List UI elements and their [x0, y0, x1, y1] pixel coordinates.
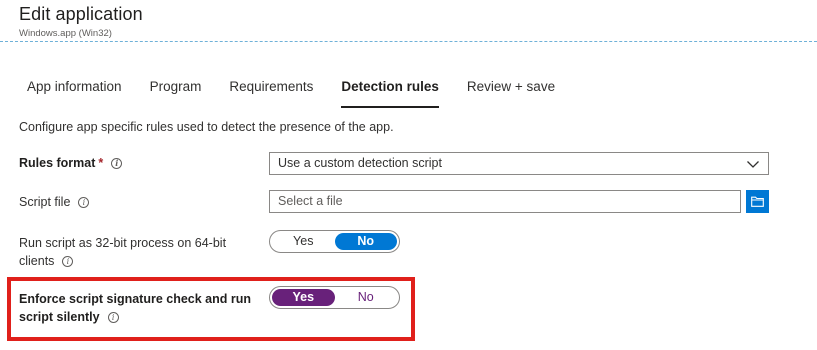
required-mark: *	[98, 156, 104, 170]
page-header: Edit application Windows.app (Win32)	[19, 4, 143, 39]
wizard-tabs: App information Program Requirements Det…	[19, 70, 575, 108]
page-title: Edit application	[19, 4, 143, 24]
tab-review-save[interactable]: Review + save	[459, 70, 563, 104]
tab-program[interactable]: Program	[142, 70, 210, 104]
section-description: Configure app specific rules used to det…	[19, 120, 394, 134]
highlight-annotation-box	[7, 277, 415, 341]
rules-format-value: Use a custom detection script	[278, 156, 442, 170]
run-32bit-label: Run script as 32-bit process on 64-bit c…	[19, 234, 226, 270]
header-divider	[0, 41, 817, 42]
run-32bit-label-line2: clients	[19, 254, 55, 268]
script-file-label-text: Script file	[19, 195, 71, 209]
tab-detection-rules[interactable]: Detection rules	[333, 70, 447, 108]
script-file-label: Script file i	[19, 193, 90, 211]
info-icon[interactable]: i	[62, 256, 74, 268]
run-32bit-yes-option[interactable]: Yes	[272, 233, 335, 250]
run-32bit-toggle[interactable]: Yes No	[269, 230, 400, 253]
rules-format-dropdown[interactable]: Use a custom detection script	[269, 152, 769, 175]
script-file-input[interactable]: Select a file	[269, 190, 741, 213]
run-32bit-label-line1: Run script as 32-bit process on 64-bit	[19, 236, 227, 250]
script-file-placeholder: Select a file	[278, 194, 343, 208]
rules-format-label-text: Rules format	[19, 156, 96, 170]
info-icon[interactable]: i	[78, 197, 90, 209]
info-icon[interactable]: i	[111, 158, 123, 170]
run-32bit-label-line2-row: clients i	[19, 252, 226, 270]
chevron-down-icon	[747, 161, 759, 168]
rules-format-label: Rules format * i	[19, 154, 123, 172]
tab-app-information[interactable]: App information	[19, 70, 130, 104]
browse-file-button[interactable]	[746, 190, 769, 213]
tab-requirements[interactable]: Requirements	[221, 70, 321, 104]
page-subtitle: Windows.app (Win32)	[19, 28, 112, 39]
run-32bit-no-option[interactable]: No	[334, 233, 397, 250]
folder-icon	[751, 196, 764, 207]
